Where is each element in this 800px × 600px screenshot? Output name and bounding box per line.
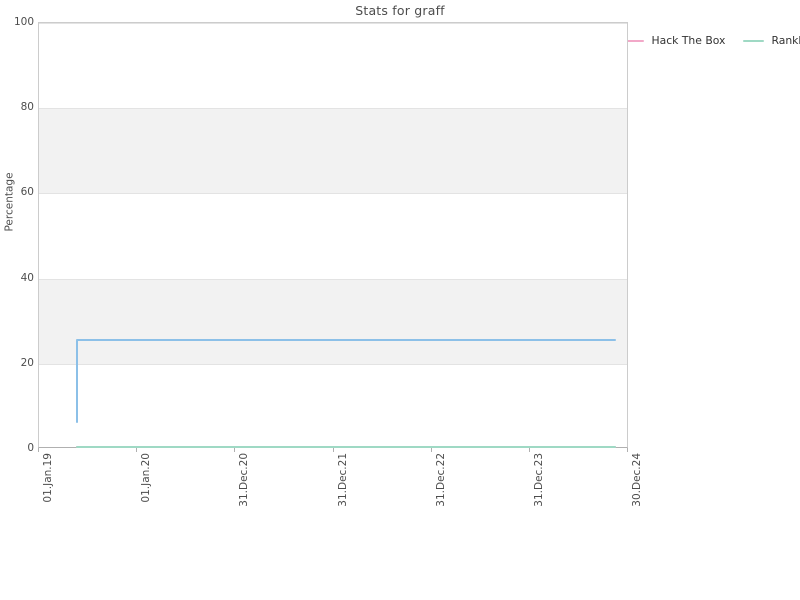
- x-tick-mark: [431, 448, 432, 452]
- plot-area: [38, 22, 628, 449]
- gridline: [39, 108, 627, 109]
- legend-item-rankk[interactable]: Rankk: [743, 34, 800, 47]
- gridline: [39, 23, 627, 24]
- y-tick-label: 60: [20, 186, 34, 199]
- grid-band: [39, 278, 627, 364]
- x-axis-tick-labels: 01.Jan.19 01.Jan.20 31.Dec.20 31.Dec.21 31.D…: [0, 453, 800, 533]
- y-tick-label: 80: [20, 101, 34, 114]
- x-tick-label: 30.Dec.24: [631, 453, 643, 507]
- x-tick-mark: [529, 448, 530, 452]
- legend-label: Hack The Box: [651, 34, 726, 47]
- legend-item-hackthebox[interactable]: Hack The Box: [623, 34, 725, 47]
- y-tick-label: 20: [20, 356, 34, 369]
- x-tick-label: 31.Dec.21: [336, 453, 349, 507]
- chart-title: Stats for graff: [355, 3, 445, 18]
- x-tick-mark: [38, 448, 39, 452]
- x-tick-label: 31.Dec.23: [532, 453, 545, 507]
- chart-container: Stats for graff OverTheWire.org Hack The…: [0, 0, 800, 600]
- y-tick-label: 0: [27, 442, 34, 454]
- x-tick-label: 01.Jan.19: [42, 453, 54, 503]
- y-tick-label: 40: [20, 271, 34, 284]
- x-tick-label: 31.Dec.20: [238, 453, 251, 507]
- series-line: [76, 339, 78, 424]
- gridline: [39, 364, 627, 365]
- x-tick-mark: [627, 448, 628, 452]
- x-tick-label: 31.Dec.22: [434, 453, 447, 507]
- series-line: [76, 445, 616, 448]
- gridline: [39, 193, 627, 194]
- legend-swatch-line-icon: [743, 39, 765, 42]
- x-tick-label: 01.Jan.20: [140, 453, 153, 503]
- y-tick-label: 100: [13, 16, 34, 28]
- series-line: [76, 338, 616, 341]
- x-tick-mark: [136, 448, 137, 452]
- grid-band: [39, 108, 627, 194]
- x-tick-mark: [234, 448, 235, 452]
- gridline: [39, 279, 627, 280]
- x-tick-mark: [333, 448, 334, 452]
- legend-label: Rankk: [771, 34, 800, 47]
